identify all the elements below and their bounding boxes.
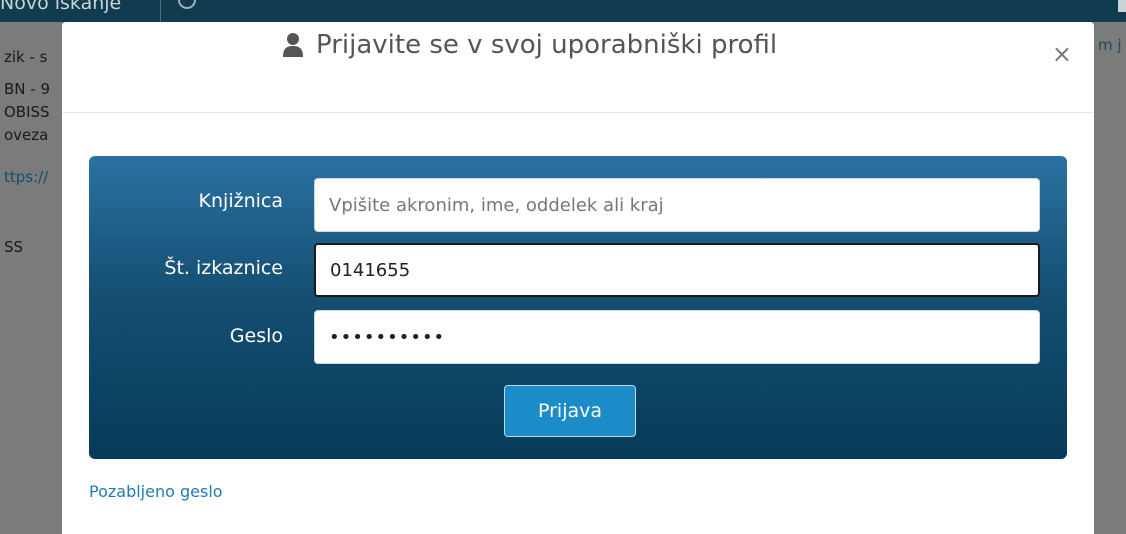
background-left-content <box>0 22 62 534</box>
modal-title: Prijavite se v svoj uporabniški profil <box>316 30 778 60</box>
forgot-password-link[interactable]: Pozabljeno geslo <box>89 482 223 501</box>
login-form-panel: Knjižnica Št. izkaznice Geslo Prijava <box>89 156 1067 459</box>
password-input[interactable] <box>314 310 1040 364</box>
background-right-content <box>1094 22 1126 534</box>
library-label: Knjižnica <box>198 190 283 212</box>
card-number-input[interactable] <box>314 243 1040 297</box>
background-link: ttps:// <box>4 168 49 186</box>
modal-title-row: Prijavite se v svoj uporabniški profil <box>282 30 777 60</box>
background-topbar: Novo iskanje <box>0 0 1126 22</box>
library-input[interactable] <box>314 178 1040 232</box>
background-text-line: zik - s <box>4 48 48 66</box>
background-text-line: SS <box>4 238 24 256</box>
background-search-icon <box>178 0 196 9</box>
password-label: Geslo <box>229 325 283 347</box>
background-topbar-divider <box>160 0 161 22</box>
background-topbar-right-icon <box>1118 0 1126 12</box>
user-icon <box>283 33 303 57</box>
card-number-label: Št. izkaznice <box>164 257 283 279</box>
login-modal: Prijavite se v svoj uporabniški profil ×… <box>62 22 1094 534</box>
background-text-line: OBISS <box>4 103 50 121</box>
login-button[interactable]: Prijava <box>504 385 636 437</box>
background-text-line: BN - 9 <box>4 80 51 98</box>
modal-header: Prijavite se v svoj uporabniški profil × <box>62 22 1094 113</box>
background-topbar-text: Novo iskanje <box>0 0 122 14</box>
background-text-line: oveza <box>4 126 49 144</box>
background-right-text: m j <box>1098 36 1122 54</box>
close-button[interactable]: × <box>1052 42 1072 66</box>
